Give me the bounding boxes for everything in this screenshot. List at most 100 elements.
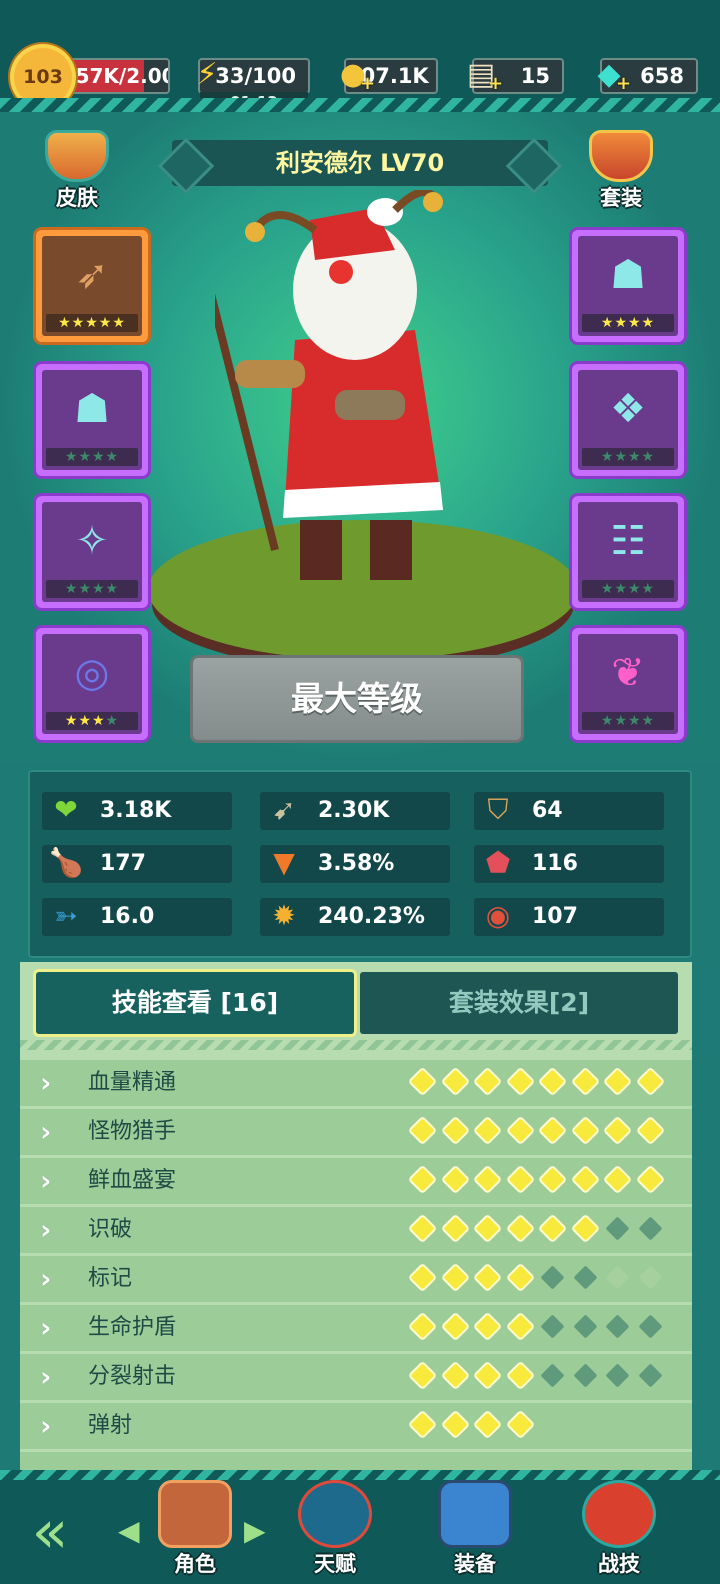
frost-helmet-icon: ☗: [610, 252, 646, 298]
skin-button[interactable]: 皮肤: [32, 130, 122, 210]
hero-name-level: 利安德尔 LV70: [172, 140, 548, 186]
heart-icon: ❤: [54, 793, 78, 826]
chevron-right-icon: ›: [40, 1115, 52, 1148]
rarity-stars: ★★★★: [46, 448, 138, 466]
gem-value: 658: [640, 64, 684, 88]
equip-slot-armor[interactable]: ❖ ★★★★: [572, 364, 684, 476]
add-gold-icon[interactable]: +: [360, 68, 375, 100]
fox-crit-icon: ▼: [273, 846, 295, 879]
skill-level-dots: [410, 1265, 674, 1290]
rarity-stars: ★★★★: [582, 580, 674, 598]
rarity-stars: ★★★★: [46, 712, 138, 730]
equip-slot-ring[interactable]: ◎ ★★★★: [36, 628, 148, 740]
skin-mask-icon: [45, 130, 109, 182]
add-scroll-icon[interactable]: +: [488, 68, 503, 100]
chevron-right-icon: ›: [40, 1360, 52, 1393]
frost-armor-icon: ❖: [610, 386, 646, 432]
skill-level-dots: [410, 1412, 544, 1437]
gold-counter[interactable]: ● + 307.1K: [340, 57, 438, 94]
chevron-right-icon: ›: [40, 1262, 52, 1295]
skill-level-dots: [410, 1167, 674, 1192]
stat-accuracy: ◉ 107: [474, 898, 664, 936]
skill-row[interactable]: › 标记: [20, 1256, 692, 1302]
chevron-right-icon: ›: [40, 1066, 52, 1099]
suit-button[interactable]: 套装: [576, 130, 666, 210]
chevron-right-icon: ›: [40, 1311, 52, 1344]
meat-icon: 🍗: [48, 846, 84, 879]
chevron-right-icon: ›: [40, 1213, 52, 1246]
skill-level-dots: [410, 1363, 674, 1388]
skill-row[interactable]: › 血量精通: [20, 1060, 692, 1106]
frost-bracer-icon: ✧: [75, 518, 109, 564]
combat-skill-icon: [582, 1480, 656, 1548]
serpent-ring-icon: ◎: [74, 650, 110, 696]
equip-slot-boots[interactable]: ☷ ★★★★: [572, 496, 684, 608]
nav-tab-talent[interactable]: 天赋: [280, 1480, 390, 1584]
spear-icon: ➶: [75, 252, 109, 298]
rarity-stars: ★★★★: [582, 448, 674, 466]
chevron-right-icon: ›: [40, 1164, 52, 1197]
chevron-right-icon: ›: [40, 1409, 52, 1442]
back-arrow-icon[interactable]: «: [12, 1494, 88, 1570]
stat-lifesteal: 🍗 177: [42, 845, 232, 883]
xp-bar: .57K/2.00K: [58, 58, 170, 94]
suit-label: 套装: [600, 186, 642, 210]
stat-attack-speed: ➳ 16.0: [42, 898, 232, 936]
skill-row[interactable]: › 弹射: [20, 1403, 692, 1449]
equip-slot-head[interactable]: ☗ ★★★★: [572, 230, 684, 342]
skill-level-dots: [410, 1118, 674, 1143]
stat-resist: ⬟ 116: [474, 845, 664, 883]
skill-row[interactable]: › 怪物猎手: [20, 1109, 692, 1155]
skill-row[interactable]: › 鲜血盛宴: [20, 1158, 692, 1204]
ghost-helmet-icon: ☗: [74, 386, 110, 432]
nav-tab-equipment[interactable]: 装备: [420, 1480, 530, 1584]
equip-slot-helmet[interactable]: ☗ ★★★★: [36, 364, 148, 476]
energy-counter[interactable]: ⚡ 33/100: [196, 57, 310, 94]
hero-character-image[interactable]: [215, 190, 475, 600]
bottom-navigation: « ◀ ▶ 角色 天赋 装备 战技: [0, 1470, 720, 1584]
target-icon: ◉: [485, 899, 511, 932]
scroll-value: 15: [520, 64, 550, 88]
skills-panel: 技能查看 [16] 套装效果[2] › 血量精通 › 怪物猎手 › 鲜血盛宴 ›…: [20, 962, 692, 1472]
tab-skills[interactable]: 技能查看 [16]: [36, 972, 354, 1034]
stat-hp: ❤ 3.18K: [42, 792, 232, 830]
nav-tab-combat-skill[interactable]: 战技: [564, 1480, 674, 1584]
frost-boots-icon: ☷: [610, 518, 646, 564]
top-resource-bar: .57K/2.00K 103 ⚡ 33/100 01:12 ● + 307.1K…: [0, 0, 720, 112]
stat-attack: ➹ 2.30K: [260, 792, 450, 830]
stats-panel: ❤ 3.18K ➹ 2.30K ⛉ 64 🍗 177 ▼ 3.58% ⬟ 116…: [28, 770, 692, 958]
max-level-button[interactable]: 最大等级: [190, 655, 524, 743]
rarity-stars: ★★★★: [582, 314, 674, 332]
selected-left-arrow-icon: ◀: [118, 1514, 140, 1547]
equipment-sword-icon: [438, 1480, 512, 1548]
spear-attack-icon: ➹: [272, 793, 296, 826]
skill-row[interactable]: › 分裂射击: [20, 1354, 692, 1400]
xp-value: .57K/2.00K: [68, 64, 168, 88]
rarity-stars: ★★★★: [46, 580, 138, 598]
scroll-counter[interactable]: ▤ + 15: [467, 57, 564, 94]
skill-level-dots: [410, 1216, 674, 1241]
shield-icon: ⛉: [487, 793, 509, 826]
hero-portrait-icon: [158, 1480, 232, 1548]
nav-tab-role[interactable]: 角色: [140, 1480, 250, 1584]
gem-counter[interactable]: ◆ + 658: [597, 57, 698, 94]
equip-slot-bracer[interactable]: ✧ ★★★★: [36, 496, 148, 608]
bow-icon: ➳: [54, 899, 78, 932]
skill-row[interactable]: › 生命护盾: [20, 1305, 692, 1351]
skill-level-dots: [410, 1314, 674, 1339]
skill-row-partial[interactable]: [20, 1452, 692, 1472]
tab-set-effects[interactable]: 套装效果[2]: [360, 972, 678, 1034]
talent-eye-icon: [298, 1480, 372, 1548]
helmet-icon: [589, 130, 653, 182]
stat-crit-rate: ▼ 3.58%: [260, 845, 450, 883]
rarity-stars: ★★★★: [582, 712, 674, 730]
equip-slot-weapon[interactable]: ➶ ★★★★★: [36, 230, 148, 342]
skill-row[interactable]: › 识破: [20, 1207, 692, 1253]
skill-level-dots: [410, 1069, 674, 1094]
stat-crit-damage: ✹ 240.23%: [260, 898, 450, 936]
rarity-stars: ★★★★★: [46, 314, 138, 332]
add-gem-icon[interactable]: +: [616, 68, 631, 100]
crown-badge-icon: ⬟: [485, 846, 511, 879]
pink-necklace-icon: ❦: [611, 650, 645, 696]
equip-slot-necklace[interactable]: ❦ ★★★★: [572, 628, 684, 740]
